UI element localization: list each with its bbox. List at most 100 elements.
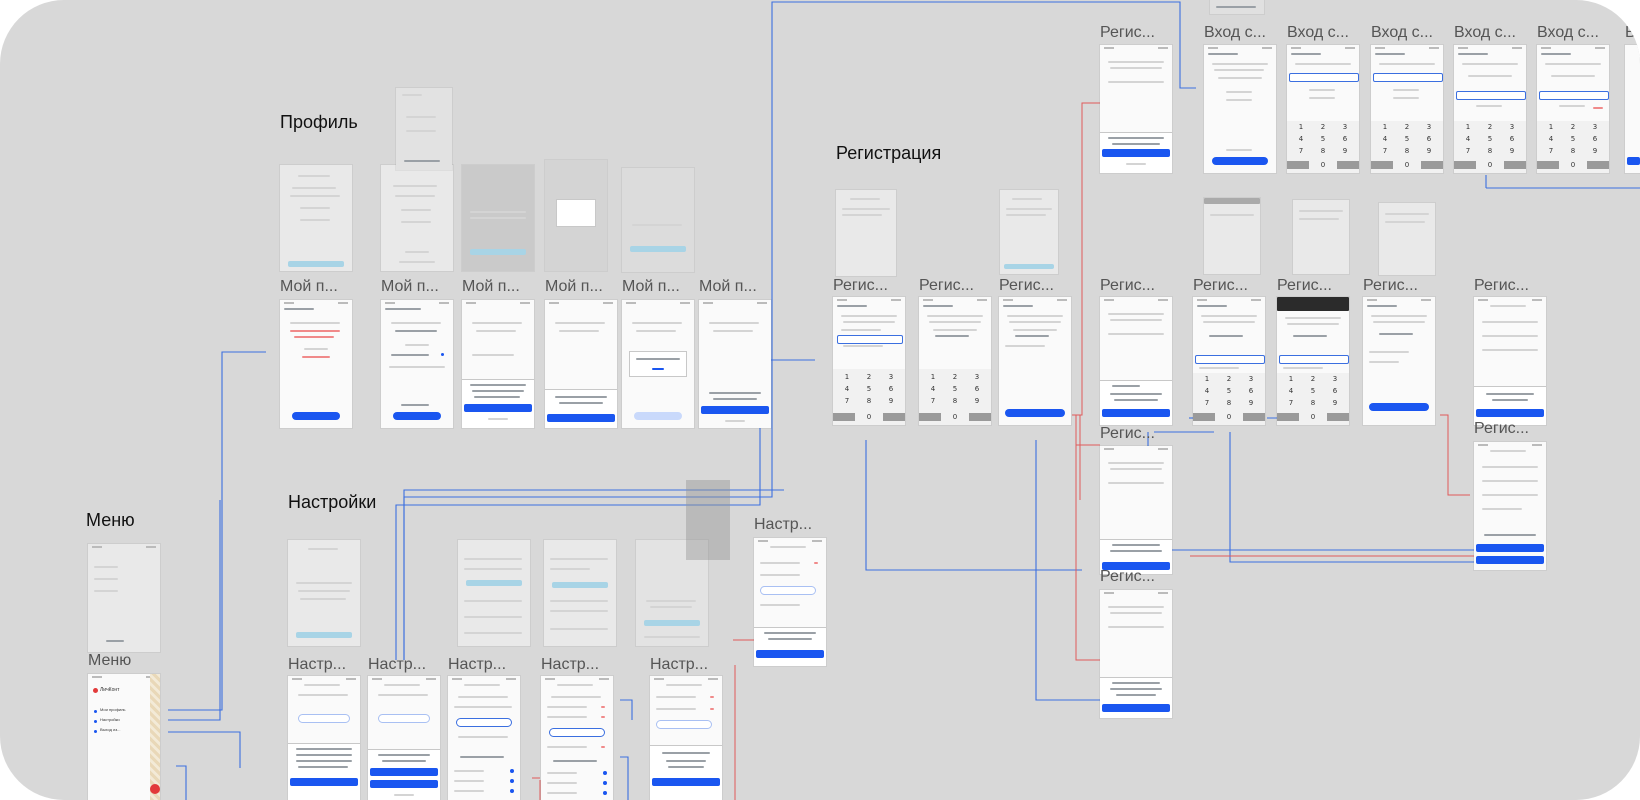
numeric-keypad[interactable]: 1 2 3 4 5 6 7 8 9 0 bbox=[833, 369, 905, 425]
frame-label-settings-2: Настр... bbox=[368, 656, 427, 673]
frame-label-reg-r2-1: Регис... bbox=[1100, 277, 1155, 294]
reg-screen-right-2[interactable] bbox=[1474, 442, 1546, 570]
reg-draft-1 bbox=[836, 190, 896, 276]
frame-label-reg-r2-5: Регис... bbox=[1474, 277, 1529, 294]
numeric-keypad[interactable]: 1 2 3 4 5 6 7 8 9 0 bbox=[1277, 373, 1349, 425]
reg-draft-5 bbox=[1379, 203, 1435, 275]
profile-screen-3[interactable] bbox=[462, 300, 534, 428]
reg-screen-1[interactable]: 1 2 3 4 5 6 7 8 9 0 bbox=[833, 297, 905, 425]
brand-logo-icon bbox=[93, 688, 98, 693]
frame-label-reg-2: Регис... bbox=[919, 277, 974, 294]
frame-label-profile-5: Мой п... bbox=[622, 278, 680, 295]
frame-label-menu: Меню bbox=[88, 652, 132, 669]
settings-screen-4[interactable] bbox=[541, 676, 613, 800]
frame-label-reg-3: Регис... bbox=[999, 277, 1054, 294]
menu-screen[interactable]: ЛичКонт Мои профиль Настройки Выход из..… bbox=[88, 674, 160, 800]
frame-label-reg-col-1: Регис... bbox=[1100, 425, 1155, 442]
profile-screen-6[interactable] bbox=[699, 300, 771, 428]
frame-label-profile-2: Мой п... bbox=[381, 278, 439, 295]
frame-label-login-6: В bbox=[1625, 24, 1636, 41]
settings-overlay bbox=[686, 480, 730, 560]
profile-screen-5[interactable] bbox=[622, 300, 694, 428]
settings-draft-2 bbox=[458, 540, 530, 646]
frame-label-reg-r2-3: Регис... bbox=[1277, 277, 1332, 294]
menu-item-profile[interactable]: Мои профиль bbox=[100, 707, 126, 712]
frame-label-reg-top: Регис... bbox=[1100, 24, 1155, 41]
numeric-keypad[interactable]: 1 2 3 4 5 6 7 8 9 0 bbox=[919, 369, 991, 425]
login-screen-6[interactable] bbox=[1625, 45, 1640, 173]
login-screen-5[interactable]: 1 2 3 4 5 6 7 8 9 0 bbox=[1537, 45, 1609, 173]
settings-screen-2[interactable] bbox=[368, 676, 440, 800]
frame-label-settings-4: Настр... bbox=[541, 656, 600, 673]
frame-label-settings-1: Настр... bbox=[288, 656, 347, 673]
profile-draft-stack bbox=[396, 88, 452, 170]
frame-label-reg-r2-4: Регис... bbox=[1363, 277, 1418, 294]
login-screen-1[interactable] bbox=[1204, 45, 1276, 173]
profile-screen-1[interactable] bbox=[280, 300, 352, 428]
reg-screen-3[interactable] bbox=[999, 297, 1071, 425]
numeric-keypad[interactable]: 1 2 3 4 5 6 7 8 9 0 bbox=[1454, 121, 1526, 173]
profile-save-button[interactable] bbox=[292, 412, 340, 420]
login-screen-2[interactable]: 1 2 3 4 5 6 7 8 9 0 bbox=[1287, 45, 1359, 173]
reg-screen-r2-5[interactable] bbox=[1474, 297, 1546, 425]
frame-label-profile-4: Мой п... bbox=[545, 278, 603, 295]
brand-name: ЛичКонт bbox=[100, 687, 120, 693]
profile-draft-1 bbox=[280, 165, 352, 271]
login-draft-top bbox=[1210, 0, 1264, 14]
frame-label-login-5: Вход с... bbox=[1537, 24, 1599, 41]
red-fab-icon[interactable] bbox=[150, 784, 160, 794]
menu-screen-draft[interactable] bbox=[88, 544, 160, 652]
section-title-settings: Настройки bbox=[288, 492, 377, 512]
frame-label-settings-3: Настр... bbox=[448, 656, 507, 673]
reg-screen-2[interactable]: 1 2 3 4 5 6 7 8 9 0 bbox=[919, 297, 991, 425]
profile-screen-2[interactable] bbox=[381, 300, 453, 428]
frame-label-login-2: Вход с... bbox=[1287, 24, 1349, 41]
frame-label-profile-1: Мой п... bbox=[280, 278, 338, 295]
login-screen-3[interactable]: 1 2 3 4 5 6 7 8 9 0 bbox=[1371, 45, 1443, 173]
profile-draft-4 bbox=[545, 160, 607, 271]
frame-label-login-4: Вход с... bbox=[1454, 24, 1516, 41]
settings-screen-extra[interactable] bbox=[754, 538, 826, 666]
reg-draft-4 bbox=[1293, 200, 1349, 274]
frame-label-settings-extra: Настр... bbox=[754, 516, 813, 533]
numeric-keypad[interactable]: 1 2 3 4 5 6 7 8 9 0 bbox=[1537, 121, 1609, 173]
reg-screen-r2-3[interactable]: 1 2 3 4 5 6 7 8 9 0 bbox=[1277, 297, 1349, 425]
frame-label-login-3: Вход с... bbox=[1371, 24, 1433, 41]
frame-label-reg-r2-2: Регис... bbox=[1193, 277, 1248, 294]
settings-draft-1 bbox=[288, 540, 360, 646]
reg-draft-3 bbox=[1204, 198, 1260, 274]
menu-item-logout[interactable]: Выход из... bbox=[100, 727, 120, 732]
section-title-menu: Меню bbox=[86, 510, 135, 530]
frame-label-profile-6: Мой п... bbox=[699, 278, 757, 295]
frame-label-login-1: Вход с... bbox=[1204, 24, 1266, 41]
frame-label-settings-5: Настр... bbox=[650, 656, 709, 673]
frame-label-profile-3: Мой п... bbox=[462, 278, 520, 295]
numeric-keypad[interactable]: 1 2 3 4 5 6 7 8 9 0 bbox=[1287, 121, 1359, 173]
settings-screen-1[interactable] bbox=[288, 676, 360, 800]
map-thumbnail bbox=[150, 674, 160, 800]
section-title-registration: Регистрация bbox=[836, 143, 942, 163]
profile-draft-3 bbox=[462, 165, 534, 271]
settings-screen-3[interactable] bbox=[448, 676, 520, 800]
frame-label-reg-col-2: Регис... bbox=[1100, 568, 1155, 585]
frame-label-reg-right-2: Регис... bbox=[1474, 420, 1529, 437]
frame-label-reg-1: Регис... bbox=[833, 277, 888, 294]
reg-screen-r2-1[interactable] bbox=[1100, 297, 1172, 425]
profile-screen-4[interactable] bbox=[545, 300, 617, 428]
design-canvas: Меню Профиль Настройки Регистрация Меню … bbox=[0, 0, 1640, 800]
section-title-profile: Профиль bbox=[280, 112, 358, 132]
login-screen-4[interactable]: 1 2 3 4 5 6 7 8 9 0 bbox=[1454, 45, 1526, 173]
settings-draft-3 bbox=[544, 540, 616, 646]
numeric-keypad[interactable]: 1 2 3 4 5 6 7 8 9 0 bbox=[1193, 373, 1265, 425]
menu-item-settings[interactable]: Настройки bbox=[100, 717, 120, 722]
profile-draft-2 bbox=[381, 165, 453, 271]
settings-screen-5[interactable] bbox=[650, 676, 722, 800]
numeric-keypad[interactable]: 1 2 3 4 5 6 7 8 9 0 bbox=[1371, 121, 1443, 173]
reg-screen-col-2[interactable] bbox=[1100, 590, 1172, 718]
reg-screen-top[interactable] bbox=[1100, 45, 1172, 173]
profile-draft-5 bbox=[622, 168, 694, 272]
reg-draft-2 bbox=[1000, 190, 1058, 274]
reg-screen-r2-2[interactable]: 1 2 3 4 5 6 7 8 9 0 bbox=[1193, 297, 1265, 425]
reg-screen-col-1[interactable] bbox=[1100, 446, 1172, 574]
reg-screen-r2-4[interactable] bbox=[1363, 297, 1435, 425]
